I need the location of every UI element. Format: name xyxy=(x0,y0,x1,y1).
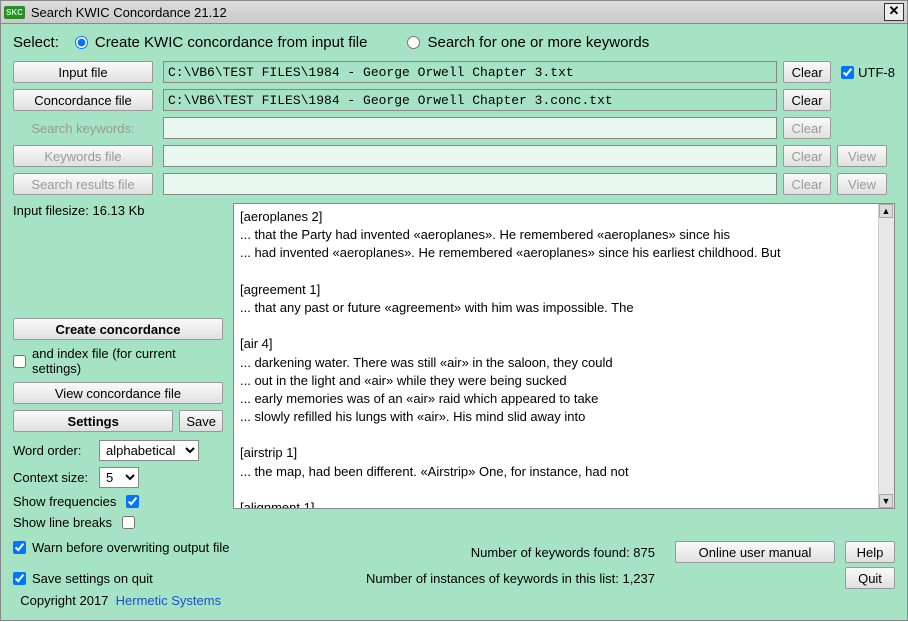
show-breaks-checkbox[interactable] xyxy=(122,516,135,529)
select-label: Select: xyxy=(13,34,59,51)
utf8-checkbox[interactable]: UTF-8 xyxy=(841,65,895,80)
save-quit-check-input[interactable] xyxy=(13,572,26,585)
context-size-label: Context size: xyxy=(13,470,99,485)
radio-search-input[interactable] xyxy=(407,36,420,49)
show-breaks-row: Show line breaks xyxy=(13,515,223,530)
radio-search-keywords[interactable]: Search for one or more keywords xyxy=(407,34,649,51)
word-order-select[interactable]: alphabetical xyxy=(99,440,199,461)
results-pane: [aeroplanes 2] ... that the Party had in… xyxy=(233,203,895,509)
view-kwfile-button: View xyxy=(837,145,887,167)
context-size-select[interactable]: 5 xyxy=(99,467,139,488)
save-settings-button[interactable]: Save xyxy=(179,410,223,432)
word-order-row: Word order: alphabetical xyxy=(13,440,223,461)
clear-input-button[interactable]: Clear xyxy=(783,61,831,83)
index-check-input[interactable] xyxy=(13,355,26,368)
show-freq-label: Show frequencies xyxy=(13,494,116,509)
show-breaks-label: Show line breaks xyxy=(13,515,112,530)
main-panel: Select: Create KWIC concordance from inp… xyxy=(0,24,908,621)
body-area: Input filesize: 16.13 Kb Create concorda… xyxy=(13,203,895,536)
left-column: Input filesize: 16.13 Kb Create concorda… xyxy=(13,203,233,536)
manual-button[interactable]: Online user manual xyxy=(675,541,835,563)
word-order-label: Word order: xyxy=(13,443,99,458)
radio-create-input[interactable] xyxy=(75,36,88,49)
show-freq-checkbox[interactable] xyxy=(126,495,139,508)
close-button[interactable]: ✕ xyxy=(884,3,904,21)
input-file-field[interactable] xyxy=(163,61,777,83)
keywords-file-field xyxy=(163,145,777,167)
conc-file-row: Concordance file Clear xyxy=(13,89,895,111)
radio-create-concordance[interactable]: Create KWIC concordance from input file xyxy=(75,34,368,51)
keywords-file-row: Keywords file Clear View xyxy=(13,145,895,167)
clear-results-button: Clear xyxy=(783,173,831,195)
scrollbar[interactable]: ▲ ▼ xyxy=(878,204,894,508)
results-file-row: Search results file Clear View xyxy=(13,173,895,195)
results-file-field xyxy=(163,173,777,195)
keywords-file-button: Keywords file xyxy=(13,145,153,167)
hermetic-link[interactable]: Hermetic Systems xyxy=(116,593,221,608)
results-text[interactable]: [aeroplanes 2] ... that the Party had in… xyxy=(240,208,888,509)
quit-button[interactable]: Quit xyxy=(845,567,895,589)
instances-label: Number of instances of keywords in this … xyxy=(233,571,655,586)
settings-button[interactable]: Settings xyxy=(13,410,173,432)
input-file-row: Input file Clear UTF-8 xyxy=(13,61,895,83)
view-concordance-button[interactable]: View concordance file xyxy=(13,382,223,404)
input-file-button[interactable]: Input file xyxy=(13,61,153,83)
select-row: Select: Create KWIC concordance from inp… xyxy=(13,34,895,51)
scroll-down-icon[interactable]: ▼ xyxy=(879,494,893,508)
app-icon: SKC xyxy=(4,6,25,19)
filesize-label: Input filesize: 16.13 Kb xyxy=(13,203,223,218)
scroll-up-icon[interactable]: ▲ xyxy=(879,204,893,218)
clear-conc-button[interactable]: Clear xyxy=(783,89,831,111)
results-file-button: Search results file xyxy=(13,173,153,195)
utf8-check-input[interactable] xyxy=(841,66,854,79)
footer: Number of keywords found: 875 Online use… xyxy=(13,541,895,608)
titlebar: SKC Search KWIC Concordance 21.12 ✕ xyxy=(0,0,908,24)
clear-kwfile-button: Clear xyxy=(783,145,831,167)
context-size-row: Context size: 5 xyxy=(13,467,223,488)
conc-file-field[interactable] xyxy=(163,89,777,111)
create-concordance-button[interactable]: Create concordance xyxy=(13,318,223,340)
show-freq-row: Show frequencies xyxy=(13,494,223,509)
help-button[interactable]: Help xyxy=(845,541,895,563)
keywords-found-label: Number of keywords found: 875 xyxy=(13,545,655,560)
index-file-checkbox[interactable]: and index file (for current settings) xyxy=(13,346,223,376)
save-on-quit-checkbox[interactable]: Save settings on quit xyxy=(13,571,233,586)
keywords-row: Search keywords: Clear xyxy=(13,117,895,139)
keywords-field xyxy=(163,117,777,139)
window-title: Search KWIC Concordance 21.12 xyxy=(31,5,227,20)
conc-file-button[interactable]: Concordance file xyxy=(13,89,153,111)
keywords-label: Search keywords: xyxy=(13,121,153,136)
copyright-text: Copyright 2017 xyxy=(20,593,108,608)
clear-keywords-button: Clear xyxy=(783,117,831,139)
view-results-button: View xyxy=(837,173,887,195)
